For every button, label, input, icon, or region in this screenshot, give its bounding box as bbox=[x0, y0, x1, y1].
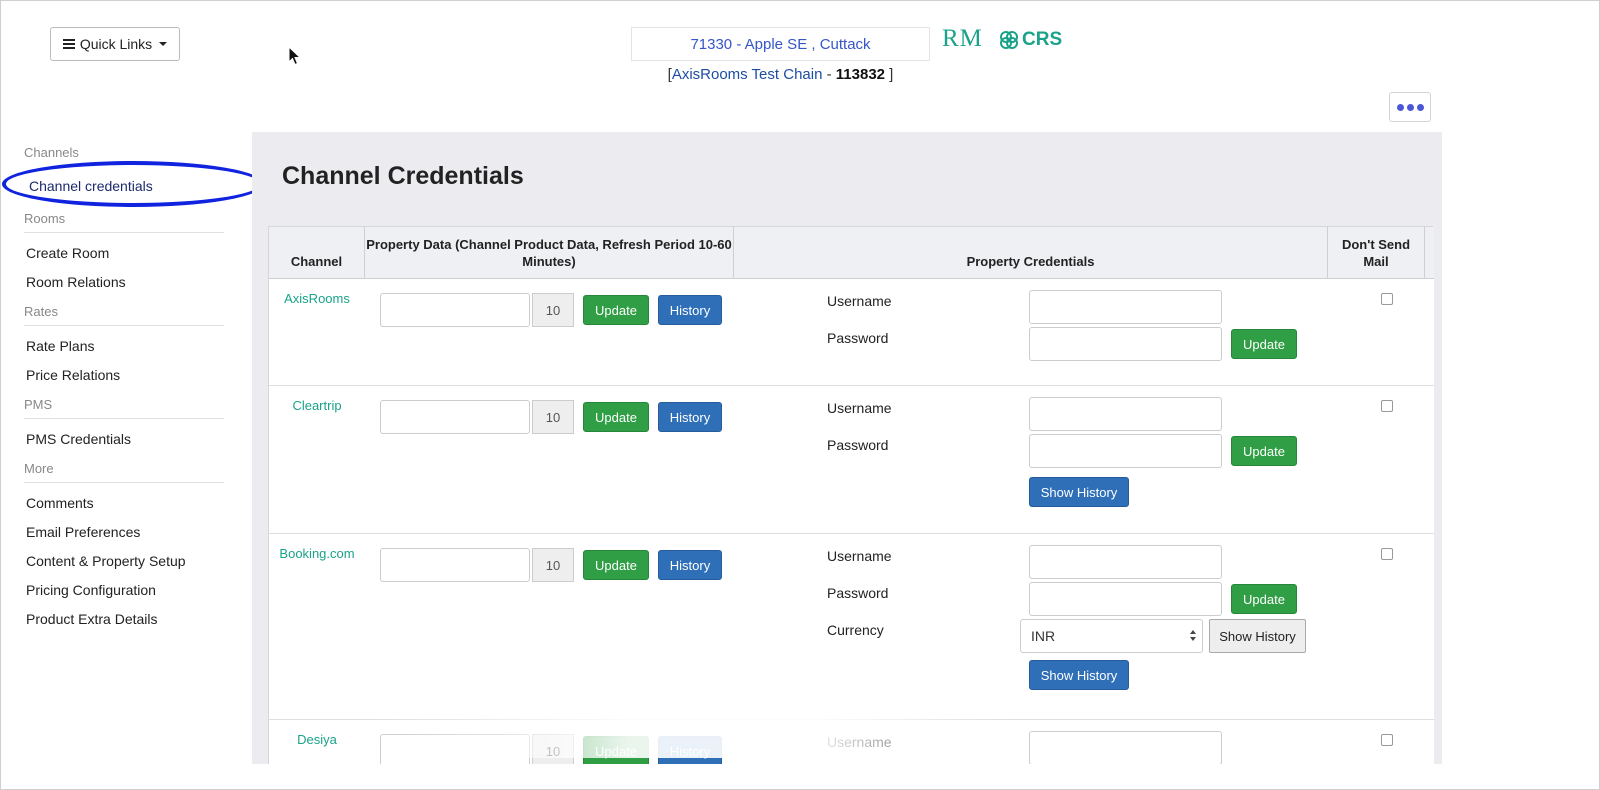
sidebar-heading-more: More bbox=[24, 461, 54, 476]
sidebar-item-pms-credentials[interactable]: PMS Credentials bbox=[26, 431, 131, 447]
username-input[interactable] bbox=[1029, 397, 1222, 431]
refresh-period-field[interactable]: 10 bbox=[532, 293, 574, 327]
sidebar-item-price-relations[interactable]: Price Relations bbox=[26, 367, 120, 383]
column-header-property-credentials: Property Credentials bbox=[734, 227, 1328, 279]
credentials-table: Channel Property Data (Channel Product D… bbox=[268, 226, 1434, 764]
refresh-period-field[interactable]: 10 bbox=[532, 400, 574, 434]
currency-label: Currency bbox=[827, 622, 884, 638]
table-row: Cleartrip 10 Update History Username Pas… bbox=[269, 386, 1434, 534]
chain-name-link[interactable]: AxisRooms Test Chain bbox=[672, 66, 823, 83]
credentials-update-button[interactable]: Update bbox=[1231, 329, 1297, 359]
channel-link[interactable]: AxisRooms bbox=[269, 291, 365, 306]
dont-send-mail-checkbox[interactable] bbox=[1381, 400, 1393, 412]
bottom-fade-overlay bbox=[372, 718, 1012, 758]
menu-icon bbox=[62, 39, 75, 49]
more-dots-icon-2 bbox=[1406, 103, 1414, 111]
sidebar: Channels Channel credentials Rooms Creat… bbox=[12, 132, 252, 764]
sidebar-item-email-preferences[interactable]: Email Preferences bbox=[26, 524, 140, 540]
main-content: Channel Credentials Channel Property Dat… bbox=[252, 132, 1442, 764]
select-arrows-icon bbox=[1190, 630, 1196, 641]
more-options-button[interactable] bbox=[1389, 92, 1431, 122]
channel-link[interactable]: Desiya bbox=[269, 732, 365, 747]
password-label: Password bbox=[827, 585, 889, 601]
property-data-update-button[interactable]: Update bbox=[583, 295, 649, 325]
sidebar-divider bbox=[24, 418, 224, 419]
column-header-property-data: Property Data (Channel Product Data, Ref… bbox=[365, 227, 734, 279]
sidebar-heading-rooms: Rooms bbox=[24, 211, 66, 226]
password-input[interactable] bbox=[1029, 327, 1222, 361]
sidebar-item-content-property-setup[interactable]: Content & Property Setup bbox=[26, 553, 186, 569]
sidebar-item-rate-plans[interactable]: Rate Plans bbox=[26, 338, 94, 354]
currency-show-history-button[interactable]: Show History bbox=[1209, 619, 1306, 653]
sidebar-item-comments[interactable]: Comments bbox=[26, 495, 94, 511]
more-dots-icon-3 bbox=[1416, 103, 1424, 111]
caret-down-icon bbox=[159, 42, 168, 46]
username-input[interactable] bbox=[1029, 545, 1222, 579]
password-input[interactable] bbox=[1029, 434, 1222, 468]
currency-select[interactable]: INR bbox=[1020, 619, 1203, 653]
history-button[interactable]: History bbox=[658, 550, 722, 580]
sidebar-item-pricing-configuration[interactable]: Pricing Configuration bbox=[26, 582, 156, 598]
channel-link[interactable]: Booking.com bbox=[269, 546, 365, 561]
channel-link[interactable]: Cleartrip bbox=[269, 398, 365, 413]
sidebar-item-create-room[interactable]: Create Room bbox=[26, 245, 109, 261]
show-history-button[interactable]: Show History bbox=[1029, 660, 1129, 690]
sidebar-heading-rates: Rates bbox=[24, 304, 58, 319]
crs-knot-icon bbox=[1000, 31, 1018, 49]
chain-close-bracket: ] bbox=[885, 66, 894, 83]
highlight-annotation-ring bbox=[2, 161, 264, 207]
dont-send-mail-checkbox[interactable] bbox=[1381, 734, 1393, 746]
show-history-button[interactable]: Show History bbox=[1029, 477, 1129, 507]
mouse-cursor-icon bbox=[288, 46, 302, 66]
password-input[interactable] bbox=[1029, 582, 1222, 616]
property-data-input[interactable] bbox=[380, 400, 530, 434]
more-dots-icon bbox=[1396, 103, 1404, 111]
crs-logo-text: CRS bbox=[1022, 29, 1063, 50]
history-button[interactable]: History bbox=[658, 295, 722, 325]
chain-id: 113832 bbox=[835, 66, 886, 83]
property-data-input[interactable] bbox=[380, 548, 530, 582]
quick-links-button[interactable]: Quick Links bbox=[50, 27, 180, 61]
page-title: Channel Credentials bbox=[282, 162, 524, 190]
sidebar-divider bbox=[24, 232, 224, 233]
password-label: Password bbox=[827, 437, 889, 453]
chain-info: [AxisRooms Test Chain - 113832 ] bbox=[631, 66, 930, 83]
column-header-channel: Channel bbox=[269, 227, 365, 279]
chain-separator: - bbox=[822, 66, 836, 83]
hotel-selector[interactable]: 71330 - Apple SE , Cuttack bbox=[631, 27, 930, 61]
sidebar-heading-pms: PMS bbox=[24, 397, 53, 412]
currency-select-value: INR bbox=[1031, 628, 1056, 644]
dont-send-mail-checkbox[interactable] bbox=[1381, 548, 1393, 560]
username-input[interactable] bbox=[1029, 290, 1222, 324]
property-data-input[interactable] bbox=[380, 293, 530, 327]
table-row: AxisRooms 10 Update History Username Pas… bbox=[269, 279, 1434, 386]
username-input[interactable] bbox=[1029, 731, 1222, 764]
crs-logo[interactable]: CRS bbox=[998, 29, 1062, 51]
table-header: Channel Property Data (Channel Product D… bbox=[269, 227, 1434, 279]
username-label: Username bbox=[827, 400, 892, 416]
username-label: Username bbox=[827, 293, 892, 309]
sidebar-divider bbox=[24, 482, 224, 483]
sidebar-heading-channels: Channels bbox=[24, 145, 79, 160]
credentials-update-button[interactable]: Update bbox=[1231, 584, 1297, 614]
quick-links-label: Quick Links bbox=[79, 36, 153, 52]
dont-send-mail-checkbox[interactable] bbox=[1381, 293, 1393, 305]
sidebar-item-room-relations[interactable]: Room Relations bbox=[26, 274, 126, 290]
property-data-update-button[interactable]: Update bbox=[583, 550, 649, 580]
sidebar-divider bbox=[24, 325, 224, 326]
rm-logo[interactable]: RM bbox=[942, 25, 983, 53]
password-label: Password bbox=[827, 330, 889, 346]
hotel-selector-label: 71330 - Apple SE , Cuttack bbox=[690, 35, 871, 53]
credentials-update-button[interactable]: Update bbox=[1231, 436, 1297, 466]
table-row: Booking.com 10 Update History Username P… bbox=[269, 534, 1434, 720]
sidebar-item-product-extra-details[interactable]: Product Extra Details bbox=[26, 611, 158, 627]
column-header-dont-send-mail: Don't Send Mail bbox=[1328, 227, 1425, 279]
refresh-period-field[interactable]: 10 bbox=[532, 548, 574, 582]
history-button[interactable]: History bbox=[658, 402, 722, 432]
property-data-update-button[interactable]: Update bbox=[583, 402, 649, 432]
username-label: Username bbox=[827, 548, 892, 564]
